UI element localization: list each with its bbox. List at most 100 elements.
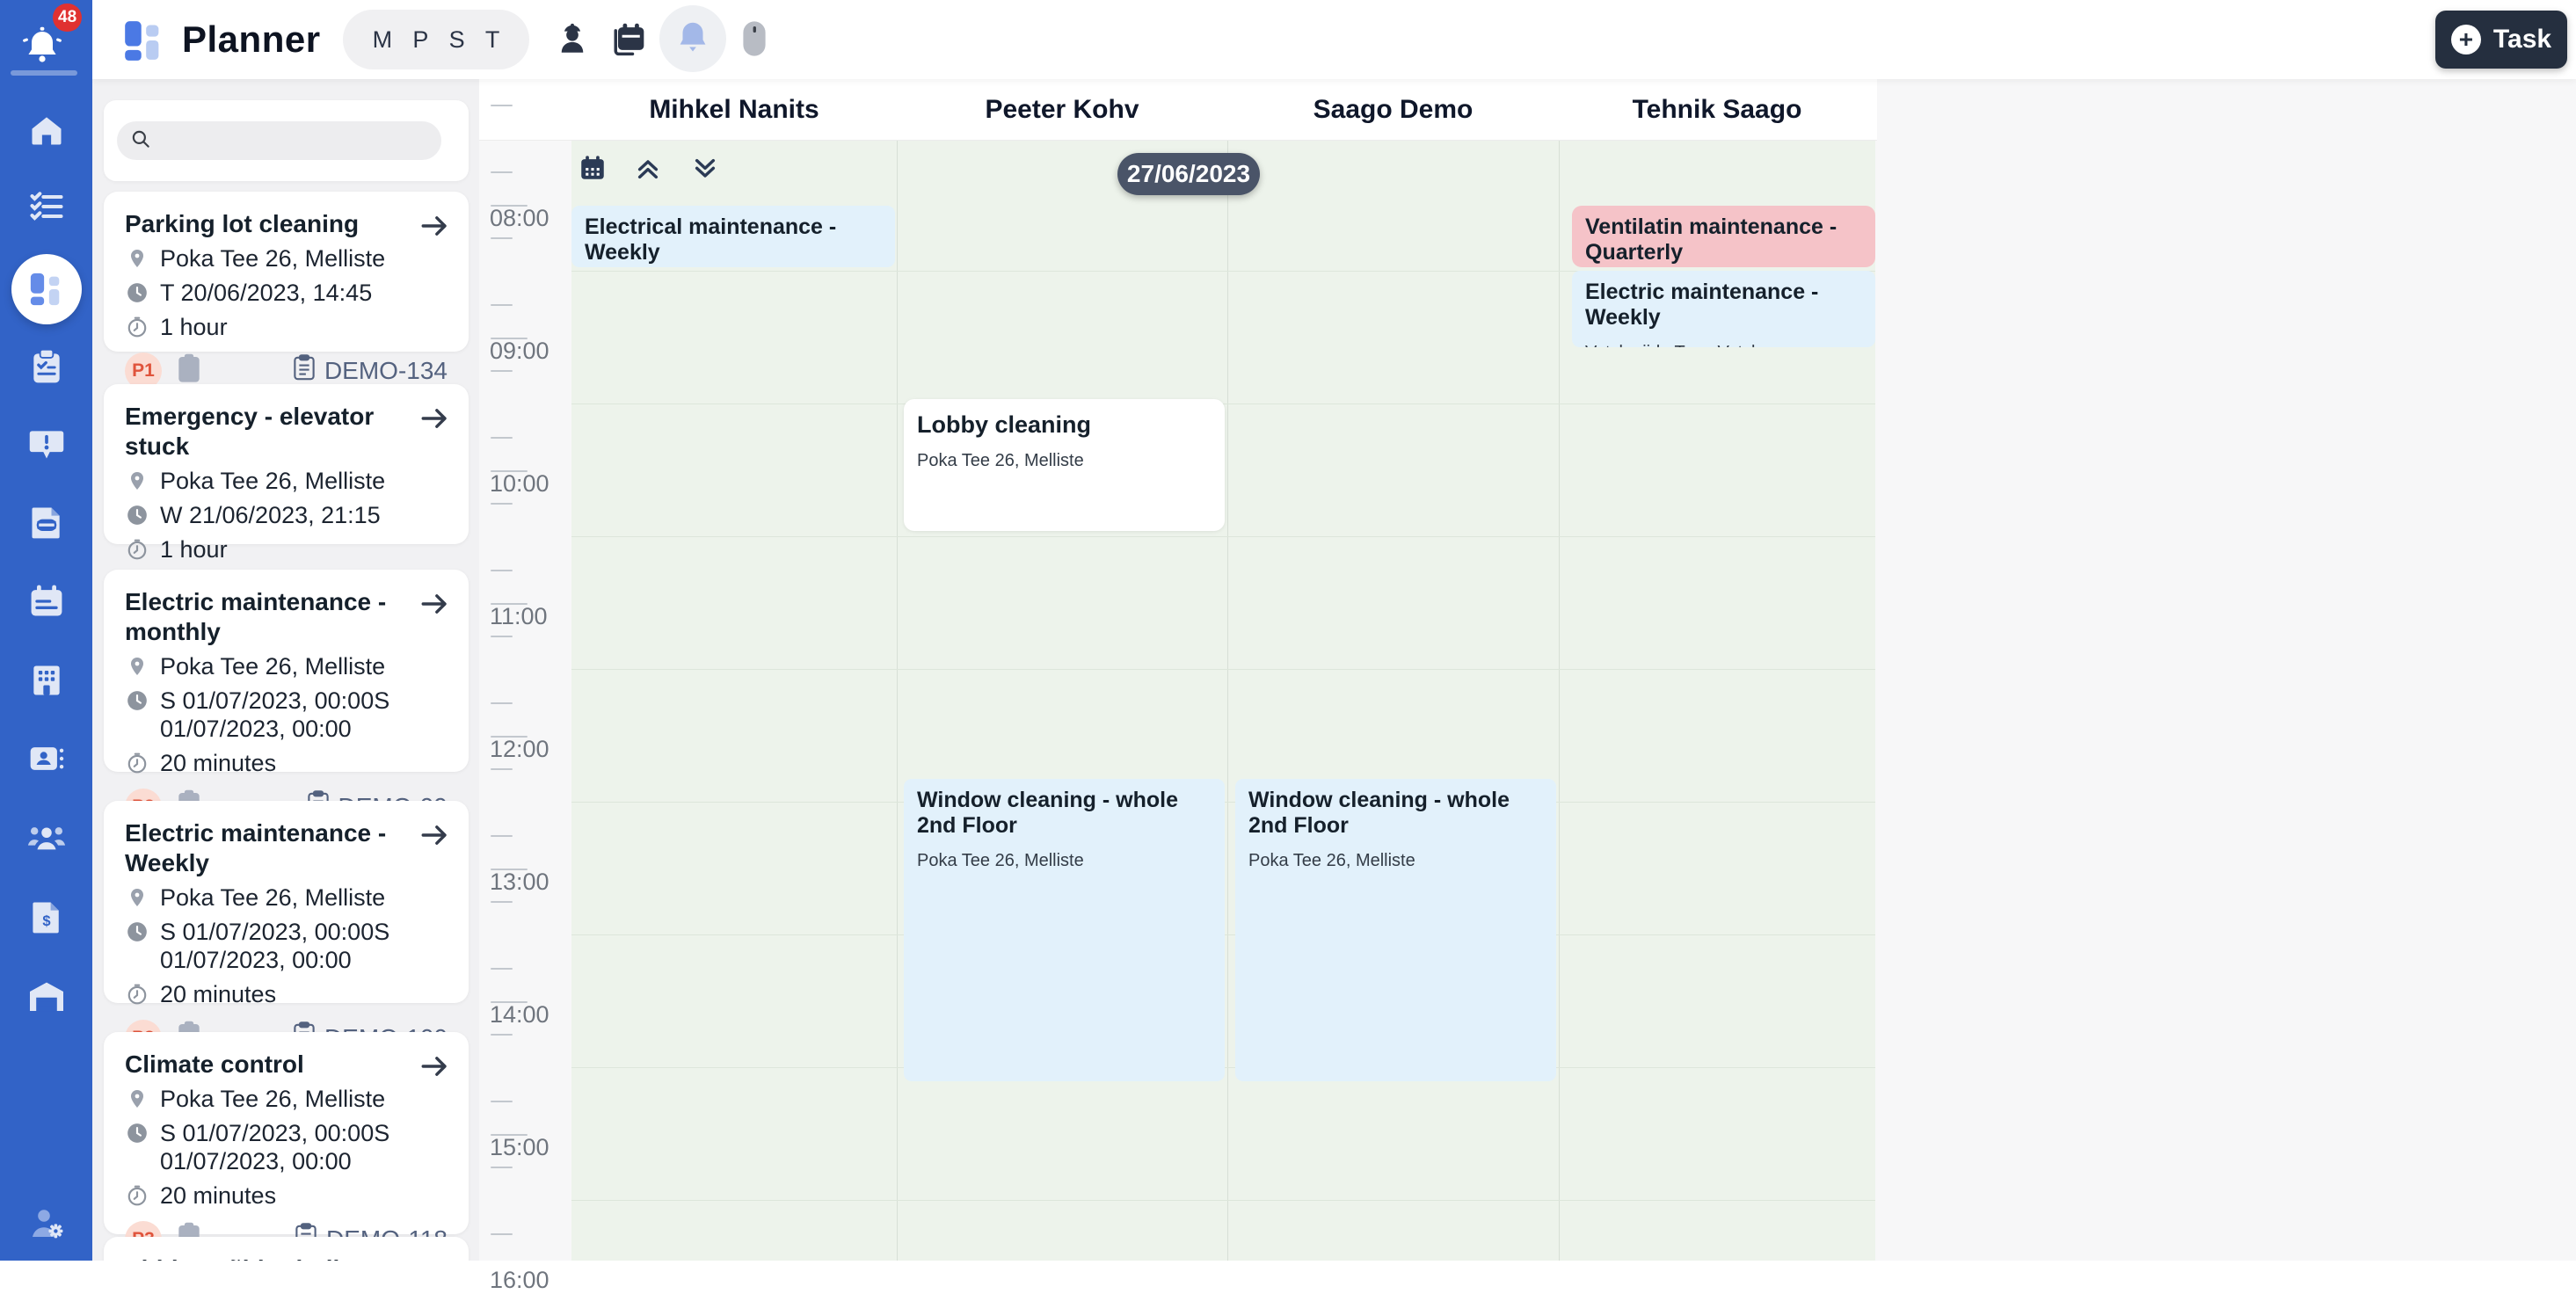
sidebar-item-documents[interactable]	[0, 487, 92, 561]
worker-button[interactable]	[548, 0, 597, 79]
time-tick	[491, 768, 513, 771]
sidebar-item-contacts[interactable]	[0, 723, 92, 797]
duration-icon	[125, 752, 149, 774]
time-tick	[491, 1167, 513, 1169]
time-tick	[491, 171, 513, 173]
sidebar-item-buildings[interactable]	[0, 645, 92, 719]
sidebar-item-planner-active[interactable]	[0, 252, 92, 326]
time-tick	[491, 337, 528, 339]
sidebar-item-workorders[interactable]	[0, 331, 92, 405]
time-tick	[491, 204, 528, 207]
clock-icon	[125, 1122, 149, 1145]
search-icon	[129, 127, 152, 155]
task-duration: 20 minutes	[160, 1181, 277, 1209]
scroll-up-button[interactable]	[634, 155, 662, 185]
clipboard-icon	[178, 353, 200, 388]
mouse-button[interactable]	[732, 0, 776, 79]
task-title: Emergency - elevator stuck	[125, 403, 375, 461]
sidebar-item-invoices[interactable]: $	[0, 882, 92, 956]
open-task-arrow-icon[interactable]	[419, 591, 449, 620]
hour-gridline	[571, 536, 1875, 537]
sidebar-item-user-settings[interactable]	[0, 1189, 92, 1262]
task-id-icon	[293, 354, 316, 387]
sidebar-notifications[interactable]: 48	[0, 0, 92, 79]
task-title: Electric maintenance - monthly	[125, 588, 387, 646]
view-switch-s[interactable]: S	[449, 26, 465, 54]
task-location: Poka Tee 26, Melliste	[160, 468, 386, 495]
calendar-clip-button[interactable]	[602, 0, 653, 79]
task-datetime: S 01/07/2023, 00:00S 01/07/2023, 00:00	[160, 919, 390, 974]
calendar-event[interactable]: Window cleaning - whole 2nd Floor Poka T…	[904, 779, 1225, 1081]
user-settings-icon	[25, 1203, 68, 1249]
time-tick	[491, 602, 528, 605]
time-label: 11:00	[490, 603, 548, 629]
sidebar-scroll-indicator	[11, 70, 77, 76]
open-task-arrow-icon[interactable]	[419, 1053, 449, 1082]
search-box[interactable]	[117, 121, 441, 160]
time-label: 14:00	[490, 1001, 549, 1028]
location-pin-icon	[125, 247, 149, 270]
sidebar-item-tasks[interactable]	[0, 171, 92, 245]
task-card[interactable]: Ehitise põhitarindite TU	[104, 1237, 469, 1261]
sidebar-item-alerts[interactable]	[0, 409, 92, 483]
home-icon	[27, 111, 66, 154]
location-pin-icon	[125, 886, 149, 909]
scroll-down-button[interactable]	[691, 155, 719, 185]
sidebar-item-warehouse[interactable]	[0, 962, 92, 1036]
task-title: Climate control	[125, 1050, 304, 1078]
column-divider	[1559, 141, 1560, 1261]
task-title: Parking lot cleaning	[125, 210, 360, 237]
view-switch-p[interactable]: P	[412, 26, 428, 54]
calendar-event[interactable]: Lobby cleaning Poka Tee 26, Melliste	[904, 399, 1225, 531]
notifications-button[interactable]	[659, 5, 726, 72]
plus-icon: +	[2450, 25, 2481, 55]
task-duration: 20 minutes	[160, 980, 277, 1007]
open-task-arrow-icon[interactable]	[419, 822, 449, 851]
time-tick	[491, 1133, 528, 1136]
time-label: 10:00	[490, 470, 549, 497]
view-switch-t[interactable]: T	[485, 26, 500, 54]
calendar-event[interactable]: Window cleaning - whole 2nd Floor Poka T…	[1235, 779, 1556, 1081]
task-card[interactable]: Emergency - elevator stuck Poka Tee 26, …	[104, 384, 469, 612]
view-switch-m[interactable]: M	[373, 26, 393, 54]
event-title: Lobby cleaning	[917, 411, 1092, 438]
time-tick	[491, 702, 513, 704]
planner-grid-icon	[11, 254, 82, 324]
calendar-event[interactable]: Electric maintenance - Weekly Vatslaniid…	[1572, 271, 1875, 347]
chevron-double-up-icon	[634, 160, 662, 185]
chevron-double-down-icon	[691, 158, 719, 185]
page-title: Planner	[182, 18, 321, 60]
open-task-arrow-icon[interactable]	[419, 405, 449, 434]
sidebar-item-home[interactable]	[0, 95, 92, 169]
bell-icon	[673, 18, 713, 61]
task-list-panel: Parking lot cleaning Poka Tee 26, Mellis…	[92, 79, 479, 1261]
column-divider	[897, 141, 898, 1261]
calendar-event[interactable]: Electrical maintenance - Weekly Vatslani…	[571, 206, 895, 267]
invoice-icon: $	[27, 898, 66, 941]
app-logo	[123, 19, 165, 66]
calendar-picker-button[interactable]	[578, 153, 608, 185]
topbar: Planner M P S T + Task	[92, 0, 2576, 79]
event-location: Poka Tee 26, Melliste	[1248, 850, 1415, 870]
add-task-button[interactable]: + Task	[2435, 11, 2567, 69]
event-title: Window cleaning - whole 2nd Floor	[1248, 788, 1510, 838]
sidebar-item-calendar[interactable]	[0, 566, 92, 640]
column-header-peeter-kohv: Peeter Kohv	[985, 95, 1139, 124]
time-tick	[491, 1000, 528, 1003]
clock-icon	[125, 281, 149, 304]
calendar-event[interactable]: Ventilatin maintenance - Quarterly Vatsl…	[1572, 206, 1875, 267]
hour-gridline	[571, 669, 1875, 670]
open-task-arrow-icon[interactable]	[419, 213, 449, 242]
task-card[interactable]: Parking lot cleaning Poka Tee 26, Mellis…	[104, 192, 469, 389]
time-tick	[491, 1100, 513, 1102]
alert-message-icon	[27, 425, 66, 468]
task-card[interactable]: Electric maintenance - monthly Poka Tee …	[104, 570, 469, 825]
location-pin-icon	[125, 469, 149, 492]
time-label: 13:00	[490, 869, 549, 895]
time-tick	[491, 735, 528, 738]
task-card[interactable]: Climate control Poka Tee 26, Melliste S …	[104, 1032, 469, 1258]
search-input[interactable]	[159, 128, 432, 153]
sidebar-item-team[interactable]	[0, 803, 92, 876]
task-card[interactable]: Electric maintenance - Weekly Poka Tee 2…	[104, 801, 469, 1057]
event-title: Ventilatin maintenance - Quarterly	[1585, 214, 1837, 265]
